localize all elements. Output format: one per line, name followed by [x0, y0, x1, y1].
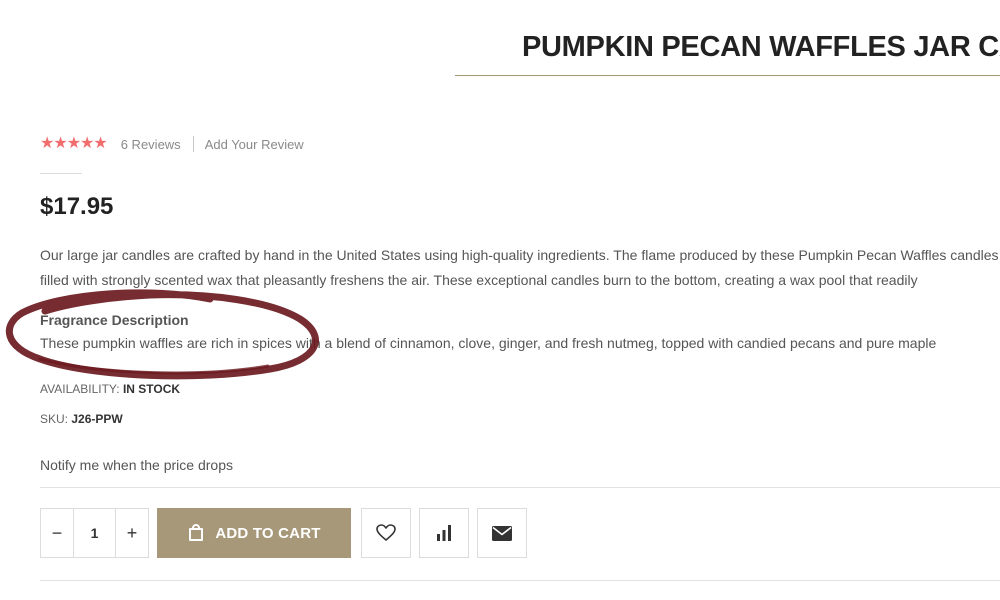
availability: AVAILABILITY: IN STOCK	[40, 382, 180, 396]
product-title-area: PUMPKIN PECAN WAFFLES JAR CANDLE	[455, 22, 1000, 72]
increase-quantity-button[interactable]: +	[116, 509, 148, 557]
fragrance-heading: Fragrance Description	[40, 312, 189, 328]
envelope-icon	[492, 525, 512, 541]
product-title: PUMPKIN PECAN WAFFLES JAR CANDLE	[522, 31, 1000, 63]
availability-label: AVAILABILITY:	[40, 382, 120, 396]
star-icon: ★	[80, 135, 94, 152]
quantity-stepper: − 1 +	[40, 508, 149, 558]
rating-row: ★ ★ ★ ★ ★ 6 Reviews Add Your Review	[40, 134, 304, 154]
fragrance-text: These pumpkin waffles are rich in spices…	[40, 335, 937, 351]
product-description: Our large jar candles are crafted by han…	[40, 243, 1000, 293]
add-to-cart-button[interactable]: ADD TO CART	[157, 508, 351, 558]
description-line: Our large jar candles are crafted by han…	[40, 247, 999, 263]
decrease-quantity-button[interactable]: −	[41, 509, 73, 557]
title-divider	[455, 75, 1000, 76]
divider	[40, 487, 1000, 488]
compare-button[interactable]	[419, 508, 469, 558]
star-rating: ★ ★ ★ ★ ★	[40, 135, 108, 152]
sku-value: J26-PPW	[71, 412, 123, 426]
shopping-bag-icon	[189, 524, 204, 541]
quantity-input[interactable]: 1	[73, 509, 116, 557]
bar-chart-icon	[437, 525, 451, 541]
add-review-link[interactable]: Add Your Review	[205, 137, 304, 152]
reviews-link[interactable]: 6 Reviews	[121, 137, 181, 152]
sku: SKU: J26-PPW	[40, 412, 123, 426]
star-icon: ★	[53, 135, 67, 152]
stock-status: IN STOCK	[122, 382, 181, 396]
product-price: $17.95	[40, 193, 114, 220]
divider	[40, 580, 1000, 581]
star-icon: ★	[40, 135, 54, 152]
sku-label: SKU:	[40, 412, 69, 426]
wishlist-button[interactable]	[361, 508, 411, 558]
add-to-cart-label: ADD TO CART	[215, 524, 321, 542]
heart-icon	[376, 524, 396, 541]
price-drop-notify-link[interactable]: Notify me when the price drops	[40, 457, 233, 473]
email-friend-button[interactable]	[477, 508, 527, 558]
divider	[192, 136, 194, 152]
divider	[40, 173, 82, 174]
star-icon: ★	[66, 135, 81, 152]
star-icon: ★	[93, 135, 107, 152]
description-line: filled with strongly scented wax that pl…	[40, 272, 918, 288]
